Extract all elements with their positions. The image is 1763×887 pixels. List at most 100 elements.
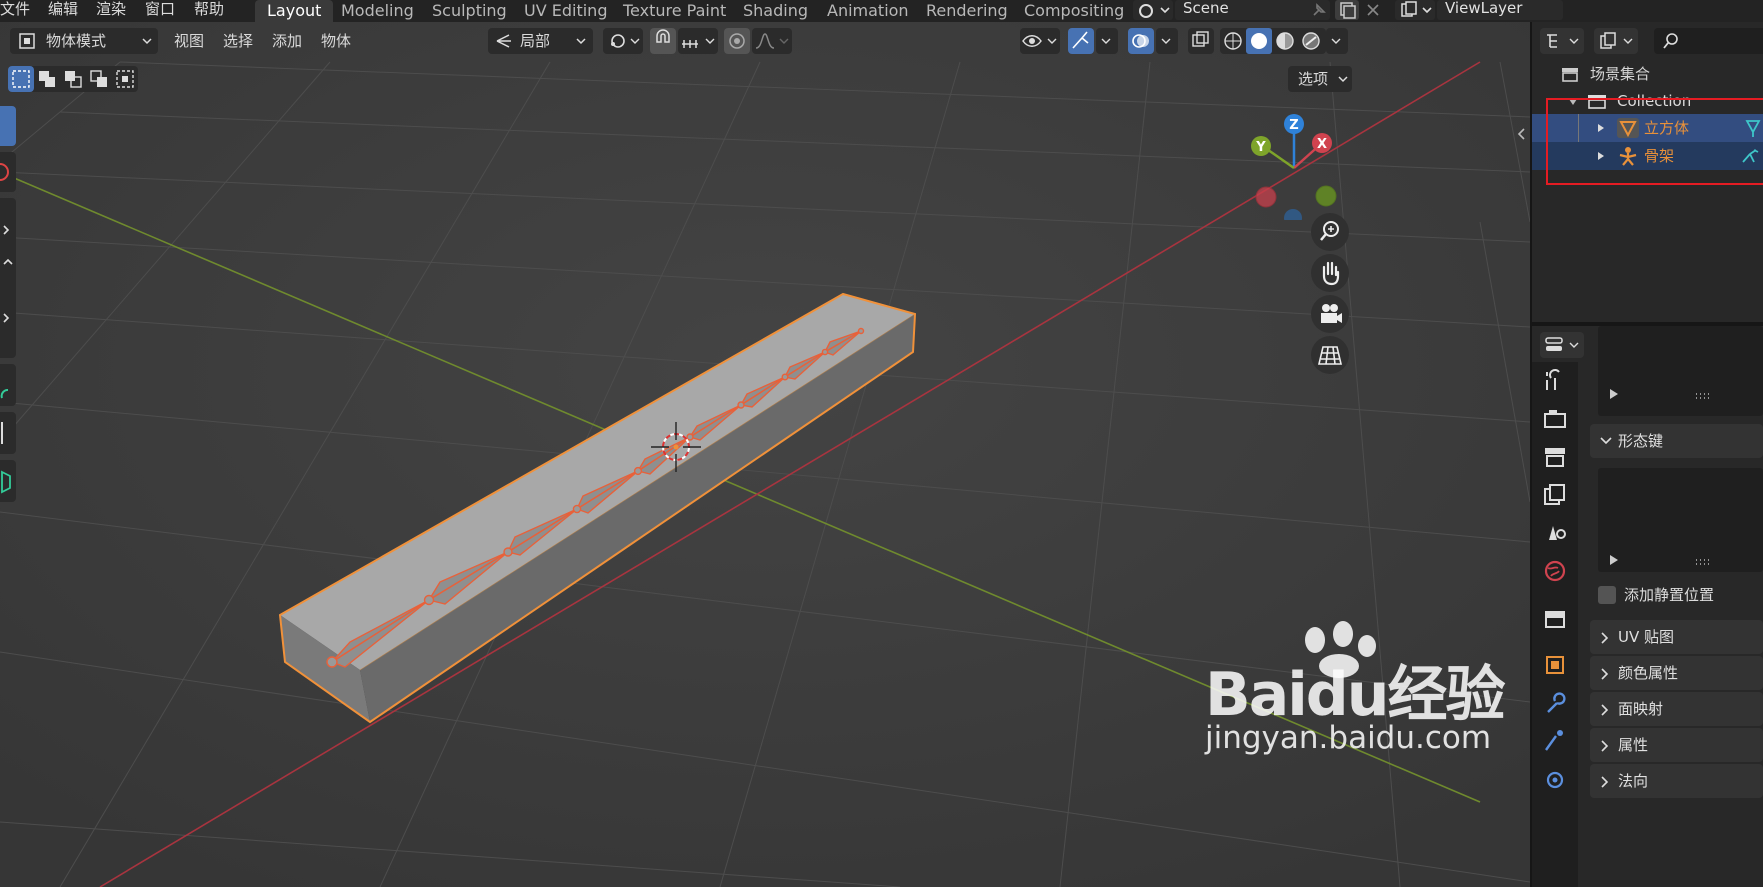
- falloff-dropdown[interactable]: [752, 28, 792, 54]
- menu-help[interactable]: 帮助: [194, 0, 224, 18]
- select-subtract-icon[interactable]: [60, 66, 86, 92]
- render-layers-icon: [1401, 1, 1432, 17]
- wireframe-shading-icon[interactable]: [1220, 28, 1246, 54]
- shading-dropdown[interactable]: [1326, 28, 1348, 54]
- modifier-wrench-icon[interactable]: [1542, 690, 1568, 716]
- annotate-icon: [0, 389, 9, 399]
- camera-view-button[interactable]: [1311, 295, 1349, 333]
- properties-tab-bar: [1532, 362, 1578, 887]
- uv-maps-label: UV 贴图: [1618, 628, 1675, 646]
- scene-name-field[interactable]: Scene: [1175, 0, 1330, 20]
- search-icon: [1663, 33, 1678, 49]
- normals-panel-header[interactable]: 法向: [1590, 764, 1763, 798]
- 3d-viewport[interactable]: 物体模式 视图 选择 添加 物体 局部 选项 Z X Y: [0, 22, 1530, 887]
- pivot-icon: [611, 34, 640, 48]
- overlays-toggle[interactable]: [1128, 28, 1154, 54]
- menu-view[interactable]: 视图: [174, 28, 204, 54]
- view-layer-field[interactable]: ViewLayer: [1437, 0, 1563, 20]
- tool-select-box[interactable]: [0, 106, 16, 146]
- options-dropdown[interactable]: 选项: [1288, 66, 1352, 92]
- outliner-filter[interactable]: [1594, 28, 1638, 54]
- gizmo-dropdown[interactable]: [1096, 28, 1118, 54]
- tab-rendering[interactable]: Rendering: [926, 0, 1008, 22]
- tool-settings-icon[interactable]: [1542, 368, 1568, 394]
- menu-select[interactable]: 选择: [223, 28, 253, 54]
- perspective-toggle-button[interactable]: [1311, 336, 1349, 374]
- menu-edit[interactable]: 编辑: [48, 0, 78, 18]
- shape-keys-panel-header[interactable]: 形态键: [1590, 424, 1763, 458]
- tab-uv-editing[interactable]: UV Editing: [524, 0, 607, 22]
- scene-settings-icon[interactable]: [1542, 520, 1568, 546]
- resize-grip-icon[interactable]: [1694, 392, 1710, 400]
- select-extend-icon[interactable]: [34, 66, 60, 92]
- add-rest-position-checkbox[interactable]: [1598, 586, 1616, 604]
- menu-file[interactable]: 文件: [0, 0, 30, 18]
- attributes-panel-header[interactable]: 属性: [1590, 728, 1763, 762]
- close-icon[interactable]: [1364, 1, 1382, 19]
- material-shading-icon[interactable]: [1272, 28, 1298, 54]
- navigation-gizmo[interactable]: Z X Y: [1240, 110, 1350, 220]
- face-maps-panel-header[interactable]: 面映射: [1590, 692, 1763, 726]
- tab-texture-paint[interactable]: Texture Paint: [623, 0, 726, 22]
- uv-maps-panel-header[interactable]: UV 贴图: [1590, 620, 1763, 654]
- editor-type-dropdown[interactable]: [1540, 332, 1584, 358]
- proportional-edit-toggle[interactable]: [724, 28, 750, 54]
- new-scene-button[interactable]: [1335, 0, 1359, 20]
- tab-layout[interactable]: Layout: [255, 0, 334, 22]
- tab-modeling[interactable]: Modeling: [341, 0, 414, 22]
- outliner-tree-icon: [1547, 34, 1579, 48]
- tab-animation[interactable]: Animation: [827, 0, 909, 22]
- select-difference-icon[interactable]: [86, 66, 112, 92]
- tool-cursor[interactable]: [0, 152, 16, 192]
- collection-settings-icon[interactable]: [1542, 606, 1568, 632]
- tab-compositing[interactable]: Compositing: [1024, 0, 1124, 22]
- snap-toggle[interactable]: [650, 28, 676, 54]
- pivot-point-dropdown[interactable]: [603, 28, 643, 54]
- play-icon[interactable]: [1608, 388, 1620, 400]
- view-layer-selector[interactable]: [1395, 0, 1435, 20]
- play-icon[interactable]: [1608, 554, 1620, 566]
- outliner-display-mode[interactable]: [1540, 28, 1584, 54]
- zoom-button[interactable]: [1311, 213, 1349, 251]
- menu-window[interactable]: 窗口: [145, 0, 175, 18]
- outliner-scene-collection[interactable]: 场景集合: [1532, 60, 1763, 88]
- mode-dropdown[interactable]: 物体模式: [10, 28, 158, 54]
- transform-orientation-dropdown[interactable]: 局部: [488, 28, 593, 54]
- physics-icon[interactable]: [1542, 766, 1568, 792]
- outliner-search-input[interactable]: [1654, 28, 1763, 54]
- scene-selector[interactable]: [1133, 0, 1173, 20]
- output-settings-icon[interactable]: [1542, 444, 1568, 470]
- snap-target-dropdown[interactable]: [678, 28, 718, 54]
- tab-sculpting[interactable]: Sculpting: [432, 0, 507, 22]
- menu-render[interactable]: 渲染: [96, 0, 126, 18]
- sidebar-expand-icon[interactable]: [1515, 126, 1529, 142]
- visibility-dropdown[interactable]: [1020, 28, 1060, 54]
- world-settings-icon[interactable]: [1542, 558, 1568, 584]
- render-settings-icon[interactable]: [1542, 406, 1568, 432]
- select-new-button[interactable]: [8, 66, 34, 92]
- menu-add[interactable]: 添加: [272, 28, 302, 54]
- rendered-shading-icon[interactable]: [1298, 28, 1324, 54]
- pin-icon[interactable]: [1310, 1, 1328, 19]
- shape-keys-list[interactable]: [1598, 468, 1763, 572]
- color-attributes-panel-header[interactable]: 颜色属性: [1590, 656, 1763, 690]
- tab-shading[interactable]: Shading: [743, 0, 808, 22]
- chevron-right-icon: [1601, 668, 1609, 680]
- add-rest-position-row[interactable]: 添加静置位置: [1598, 584, 1763, 606]
- particles-icon[interactable]: [1542, 728, 1568, 754]
- tool-annotate[interactable]: [0, 364, 16, 406]
- resize-grip-icon[interactable]: [1694, 558, 1710, 566]
- tool-transform-group[interactable]: [0, 198, 16, 358]
- menu-object[interactable]: 物体: [321, 28, 351, 54]
- gizmo-toggle[interactable]: [1068, 28, 1094, 54]
- select-intersect-icon[interactable]: [112, 66, 138, 92]
- solid-shading-button[interactable]: [1246, 28, 1272, 54]
- xray-toggle[interactable]: [1188, 28, 1214, 54]
- pan-button[interactable]: [1311, 254, 1349, 292]
- tool-measure[interactable]: [0, 412, 16, 454]
- overlays-dropdown[interactable]: [1156, 28, 1178, 54]
- tool-add-cube[interactable]: [0, 460, 16, 502]
- view-layer-icon[interactable]: [1542, 482, 1568, 508]
- object-properties-icon[interactable]: [1542, 652, 1568, 678]
- vertex-groups-list[interactable]: [1598, 326, 1763, 416]
